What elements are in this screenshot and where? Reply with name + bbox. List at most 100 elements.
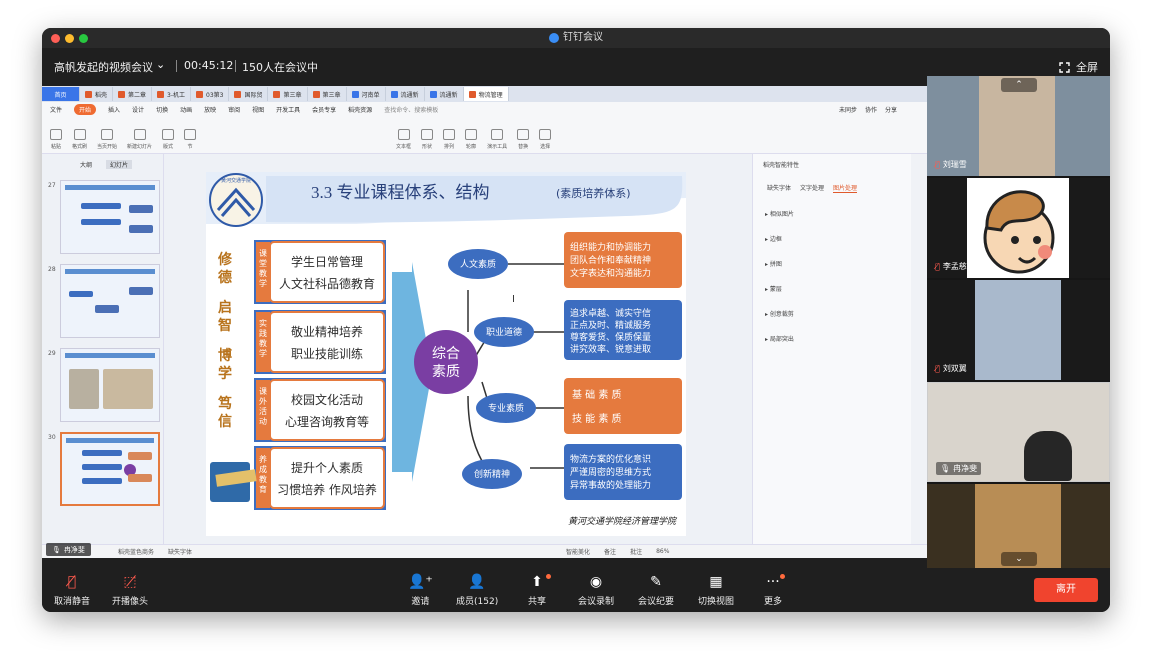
tab-slides[interactable]: 幻灯片	[106, 160, 133, 169]
textbox-button[interactable]: 文本框	[396, 129, 411, 150]
notes-button[interactable]: 备注	[604, 547, 616, 556]
thumb-shape	[128, 452, 152, 460]
leave-meeting-button[interactable]: 离开	[1034, 578, 1098, 602]
panel-item[interactable]: ▸ 局部突出	[753, 334, 912, 343]
menu-developer[interactable]: 开发工具	[276, 105, 300, 114]
camera-button[interactable]: ⬚̸ 开播像头	[112, 574, 148, 607]
participant-tile[interactable]: 🎙̸ 刘双翼	[927, 280, 1110, 380]
app-title: 钉钉会议	[563, 32, 603, 43]
fullscreen-icon	[1059, 61, 1070, 73]
menu-home[interactable]: 开始	[74, 103, 97, 115]
minimize-window-button[interactable]	[65, 34, 74, 43]
share-doc-button[interactable]: 分享	[885, 105, 897, 114]
tab-doc[interactable]: 第三章	[268, 87, 308, 101]
tab-docer[interactable]: 稻壳	[80, 87, 114, 101]
invite-button[interactable]: 👤⁺ 邀请	[408, 574, 433, 607]
scroll-down-button[interactable]: ⌄	[1001, 552, 1037, 566]
outline-button[interactable]: 轮廓	[465, 129, 478, 150]
zoom-window-button[interactable]	[79, 34, 88, 43]
menu-resources[interactable]: 稻壳资源	[348, 105, 372, 114]
tab-doc[interactable]: 3-机工	[152, 87, 192, 101]
menu-insert[interactable]: 插入	[108, 105, 120, 114]
right-tool-strip[interactable]	[911, 154, 927, 544]
format-painter-button[interactable]: 格式刷	[72, 129, 87, 150]
tab-active-doc[interactable]: 物流管理	[463, 87, 509, 101]
theme-name[interactable]: 稻壳蓝色商务	[118, 547, 154, 556]
panel-item[interactable]: ▸ 相似图片	[753, 209, 912, 218]
collab-button[interactable]: 协作	[865, 105, 877, 114]
menu-file[interactable]: 文件	[50, 105, 62, 114]
tab-doc[interactable]: 03第3	[191, 87, 230, 101]
detail-line: 讲究效率、锐意进取	[570, 343, 651, 355]
zoom-level[interactable]: 86%	[656, 548, 669, 555]
menu-member[interactable]: 会员专享	[312, 105, 336, 114]
fullscreen-button[interactable]: 全屏	[1059, 59, 1098, 75]
menu-slideshow[interactable]: 放映	[204, 105, 216, 114]
slide-thumbnail[interactable]	[60, 264, 160, 338]
share-icon: ⬆	[531, 574, 543, 590]
scroll-up-button[interactable]: ⌃	[1001, 78, 1037, 92]
menu-design[interactable]: 设计	[132, 105, 144, 114]
participant-tile[interactable]: 🎙̸ 李孟慈	[927, 178, 1110, 278]
switch-view-button[interactable]: ▦ 切换视图	[698, 574, 734, 607]
play-from-current-button[interactable]: 当页开始	[97, 129, 117, 150]
thumb-shape	[95, 305, 119, 313]
tab-text-processing[interactable]: 文字处理	[800, 183, 824, 193]
panel-item[interactable]: ▸ 边框	[753, 234, 912, 243]
tab-doc[interactable]: 流通新	[425, 87, 464, 101]
tab-label: 3-机工	[167, 91, 186, 99]
search-command-input[interactable]: 查找命令、搜索模板	[384, 105, 438, 114]
attendance-count: 150人在会议中	[242, 61, 318, 74]
tab-doc[interactable]: 国际贸	[229, 87, 269, 101]
unmute-button[interactable]: 🎙̸ 取消静音	[54, 574, 90, 607]
replace-button[interactable]: 替换	[517, 129, 530, 150]
more-button[interactable]: ··· 更多	[764, 574, 785, 607]
chevron-down-icon[interactable]: ⌄	[156, 58, 165, 71]
current-slide[interactable]: 黄河交通学院 3.3 专业课程体系、结构 (素质培养体系) 修 德 启 智 博 …	[206, 172, 686, 536]
slide-thumbnail[interactable]	[60, 180, 160, 254]
minutes-button[interactable]: ✎ 会议纪要	[638, 574, 674, 607]
tab-doc[interactable]: 流通新	[386, 87, 425, 101]
tab-outline[interactable]: 大纲	[80, 160, 92, 169]
present-tools-button[interactable]: 演示工具	[487, 129, 507, 150]
sync-status[interactable]: 未同步	[839, 105, 857, 114]
tab-doc[interactable]: 第二章	[113, 87, 153, 101]
menu-transition[interactable]: 切换	[156, 105, 168, 114]
tab-image-processing[interactable]: 图片处理	[833, 183, 858, 193]
tab-doc[interactable]: 河南单	[347, 87, 386, 101]
members-button[interactable]: 👤 成员(152)	[456, 574, 498, 607]
ribbon-label: 文本框	[396, 144, 412, 150]
shape-button[interactable]: 形状	[421, 129, 434, 150]
layout-button[interactable]: 版式	[162, 129, 175, 150]
slide-thumbnail[interactable]	[60, 348, 160, 422]
share-button[interactable]: ⬆ 共享	[528, 574, 551, 607]
section-button[interactable]: 节	[184, 129, 197, 150]
panel-item[interactable]: ▸ 蒙层	[753, 284, 912, 293]
new-slide-button[interactable]: 新建幻灯片	[127, 129, 152, 150]
comments-button[interactable]: 批注	[630, 547, 642, 556]
record-button[interactable]: ◉ 会议录制	[578, 574, 614, 607]
menu-review[interactable]: 审阅	[228, 105, 240, 114]
participant-tile[interactable]: ⌃ 🎙̸ 刘瑞雪	[927, 76, 1110, 176]
participant-tile[interactable]: ⌄	[927, 484, 1110, 568]
arrange-button[interactable]: 排列	[443, 129, 456, 150]
slide-thumbnail-selected[interactable]	[60, 432, 160, 506]
panel-item[interactable]: ▸ 创意裁剪	[753, 309, 912, 318]
presenter-name: 冉净斐	[63, 545, 85, 554]
beautify-button[interactable]: 智能美化	[566, 547, 590, 556]
select-button[interactable]: 选择	[539, 129, 552, 150]
tab-missing-font[interactable]: 缺失字体	[767, 183, 791, 193]
ribbon-label: 排列	[444, 144, 455, 150]
missing-font-status[interactable]: 缺失字体	[168, 547, 192, 556]
meeting-title[interactable]: 高帆发起的视频会议	[54, 59, 153, 75]
participant-tile-active[interactable]: 🎙 冉净斐	[927, 382, 1110, 482]
paste-button[interactable]: 粘贴	[50, 129, 62, 150]
tab-doc[interactable]: 第三章	[308, 87, 347, 101]
close-window-button[interactable]	[51, 34, 60, 43]
menu-animation[interactable]: 动画	[180, 105, 192, 114]
panel-item[interactable]: ▸ 拼图	[753, 259, 912, 268]
menu-view[interactable]: 视图	[252, 105, 264, 114]
ribbon-label: 新建幻灯片	[127, 144, 153, 150]
replace-icon	[517, 129, 530, 140]
tab-home[interactable]: 首页	[42, 87, 80, 101]
